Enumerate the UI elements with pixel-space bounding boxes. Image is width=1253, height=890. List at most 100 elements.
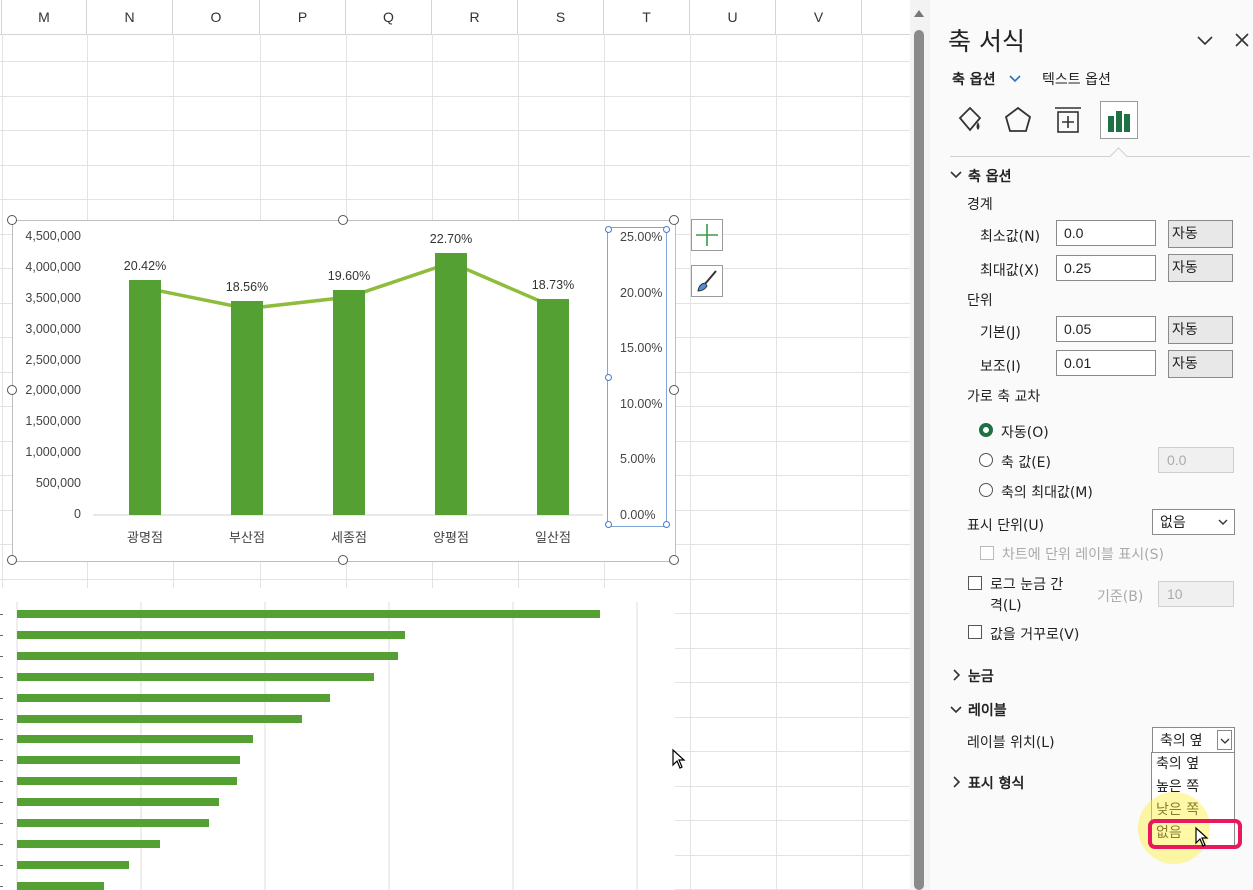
resize-handle[interactable] (338, 215, 348, 225)
section-number-format[interactable]: 표시 형식 (968, 773, 1024, 793)
grid-column-line (690, 34, 691, 890)
reverse-order-checkbox[interactable] (968, 625, 982, 639)
vertical-scrollbar[interactable] (910, 0, 930, 890)
column-header-m[interactable]: M (2, 0, 87, 34)
resize-handle[interactable] (7, 385, 17, 395)
dropdown-arrow-icon (1220, 738, 1230, 744)
axis-selection-handle[interactable] (604, 520, 612, 528)
chevron-down-icon[interactable] (1196, 34, 1214, 48)
horizontal-bar[interactable] (17, 693, 331, 702)
combo-chart[interactable]: 4,500,000 4,000,000 3,500,000 3,000,000 2,50… (12, 220, 676, 562)
axis-selection-handle[interactable] (604, 373, 612, 381)
column-header-n[interactable]: N (87, 0, 173, 34)
column-header-v[interactable]: V (776, 0, 862, 34)
horizontal-bar[interactable] (17, 798, 219, 807)
resize-handle[interactable] (669, 385, 679, 395)
tab-chevron-icon[interactable] (1009, 75, 1021, 84)
section-collapsed-icon[interactable] (952, 776, 962, 788)
min-input[interactable]: 0.0 (1056, 220, 1156, 246)
radio-auto[interactable] (979, 423, 993, 437)
label-position-select[interactable]: 축의 옆 (1152, 727, 1235, 753)
option-next-to-axis[interactable]: 축의 옆 (1156, 753, 1199, 776)
axis-selection-handle[interactable] (662, 225, 670, 233)
fill-line-icon[interactable] (952, 104, 984, 136)
horizontal-bar[interactable] (17, 756, 241, 765)
max-auto-button[interactable]: 자동 (1168, 254, 1233, 282)
horizontal-bar[interactable] (17, 777, 238, 786)
section-expanded-icon[interactable] (950, 170, 962, 180)
bar-chart-icon (1108, 111, 1130, 132)
scrollbar-thumb[interactable] (914, 30, 924, 890)
axis-selection-handle[interactable] (604, 225, 612, 233)
grid-row-line (0, 96, 910, 97)
data-label[interactable]: 18.73% (518, 278, 588, 292)
dropdown-toggle[interactable] (1217, 730, 1232, 750)
column-header-q[interactable]: Q (346, 0, 432, 34)
show-unit-label-checkbox[interactable] (980, 546, 994, 560)
log-scale-checkbox[interactable] (968, 576, 982, 590)
spreadsheet-grid[interactable]: L M N O P Q R S T U V 4,500,0004,000,000… (0, 0, 910, 890)
horizontal-bar[interactable] (17, 714, 303, 723)
bar-일산점[interactable] (537, 298, 569, 515)
bar-부산점[interactable] (231, 301, 263, 515)
horizontal-bar[interactable] (17, 819, 210, 827)
data-label[interactable]: 22.70% (416, 232, 486, 246)
horizontal-bar[interactable] (17, 735, 253, 744)
log-base-input[interactable]: 10 (1158, 581, 1234, 607)
radio-axis-value-label[interactable]: 축 값(E) (1001, 452, 1051, 472)
effects-pentagon-icon[interactable] (1002, 104, 1034, 136)
size-properties-icon[interactable] (1052, 104, 1084, 136)
axis-selection-handle[interactable] (662, 520, 670, 528)
column-header-p[interactable]: P (260, 0, 346, 34)
column-header-s[interactable]: S (518, 0, 604, 34)
horizontal-bar[interactable] (17, 672, 374, 681)
column-header-r[interactable]: R (432, 0, 518, 34)
radio-auto-label[interactable]: 자동(O) (1001, 422, 1049, 442)
horizontal-bar[interactable] (17, 860, 129, 869)
display-units-select[interactable]: 없음 (1152, 509, 1235, 535)
radio-axis-max[interactable] (979, 483, 993, 497)
horizontal-bar-chart[interactable] (0, 588, 675, 890)
bar-세종점[interactable] (333, 289, 365, 515)
max-input[interactable]: 0.25 (1056, 255, 1156, 281)
tab-axis-options[interactable]: 축 옵션 (952, 69, 996, 89)
resize-handle[interactable] (7, 215, 17, 225)
column-header-t[interactable]: T (604, 0, 690, 34)
horizontal-bar[interactable] (17, 651, 399, 660)
resize-handle[interactable] (669, 555, 679, 565)
resize-handle[interactable] (338, 555, 348, 565)
axis-options-icon-tab[interactable] (1100, 101, 1138, 139)
close-icon[interactable] (1234, 32, 1250, 48)
section-axis-options[interactable]: 축 옵션 (968, 166, 1012, 186)
axis-value-input[interactable]: 0.0 (1158, 447, 1234, 473)
min-auto-button[interactable]: 자동 (1168, 220, 1233, 248)
section-expanded-icon[interactable] (950, 705, 962, 715)
horizontal-bar[interactable] (17, 610, 600, 618)
chart-styles-button[interactable] (691, 265, 723, 297)
major-input[interactable]: 0.05 (1056, 316, 1156, 342)
column-header-o[interactable]: O (173, 0, 260, 34)
section-collapsed-icon[interactable] (952, 669, 962, 681)
resize-handle[interactable] (669, 215, 679, 225)
resize-handle[interactable] (7, 555, 17, 565)
data-label[interactable]: 18.56% (212, 280, 282, 294)
bar-광명점[interactable] (129, 280, 161, 515)
axis-tick (0, 676, 3, 678)
radio-axis-max-label[interactable]: 축의 최대값(M) (1001, 482, 1093, 502)
horizontal-bar[interactable] (17, 630, 405, 639)
section-labels[interactable]: 레이블 (968, 700, 1007, 720)
minor-auto-button[interactable]: 자동 (1168, 350, 1233, 378)
section-ticks[interactable]: 눈금 (968, 666, 994, 686)
horizontal-bar[interactable] (17, 839, 160, 848)
radio-axis-value[interactable] (979, 453, 993, 467)
data-label[interactable]: 20.42% (110, 259, 180, 273)
minor-input[interactable]: 0.01 (1056, 350, 1156, 376)
bar-양평점[interactable] (435, 253, 467, 515)
chart-elements-button[interactable] (691, 219, 723, 251)
data-label[interactable]: 19.60% (314, 269, 384, 283)
scroll-up-icon[interactable] (914, 10, 924, 17)
horizontal-bar[interactable] (17, 881, 104, 890)
column-header-u[interactable]: U (690, 0, 776, 34)
tab-text-options[interactable]: 텍스트 옵션 (1042, 69, 1111, 89)
major-auto-button[interactable]: 자동 (1168, 316, 1233, 344)
